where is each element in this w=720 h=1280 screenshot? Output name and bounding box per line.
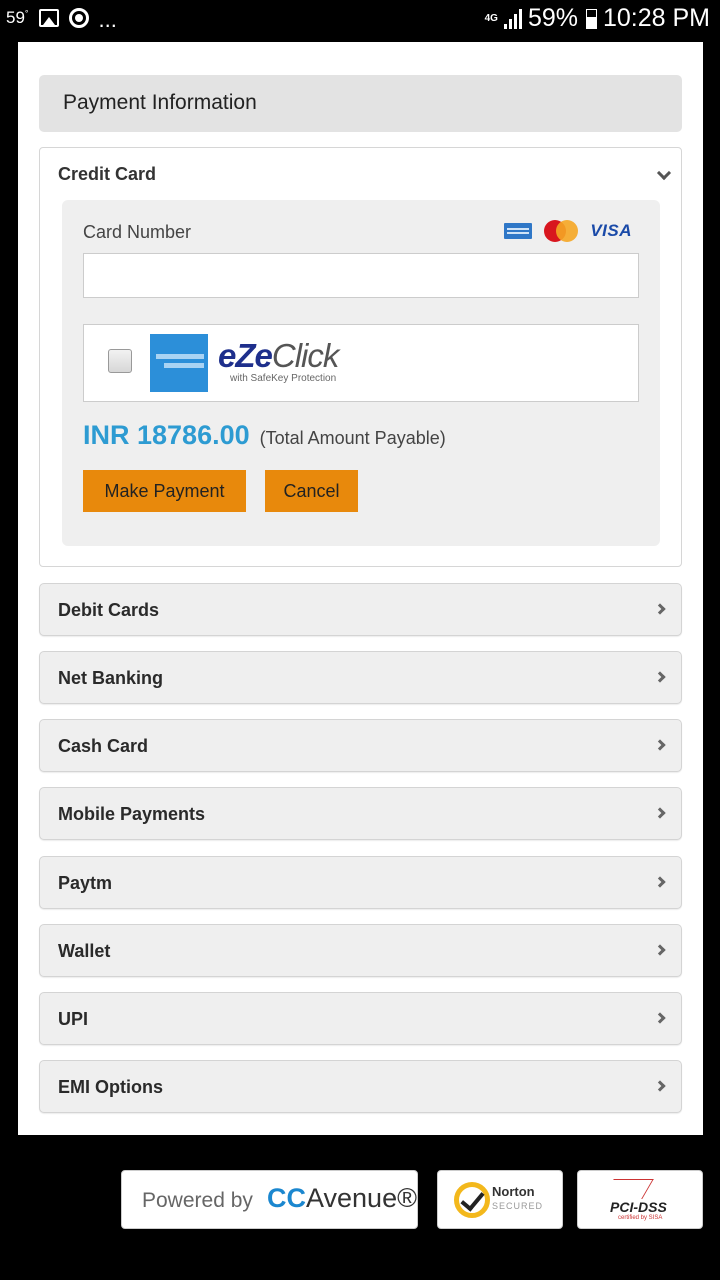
ccavenue-logo: CCAvenue® — [267, 1183, 417, 1214]
chevron-right-icon — [654, 1012, 666, 1024]
ezeclick-checkbox[interactable] — [108, 349, 132, 373]
make-payment-button[interactable]: Make Payment — [83, 470, 246, 512]
chevron-down-icon[interactable] — [656, 165, 672, 181]
visa-icon: VISA — [590, 221, 632, 240]
network-type: 4G — [484, 12, 498, 24]
total-amount: INR 18786.00 — [83, 420, 250, 450]
temperature-unit: ° — [24, 8, 29, 19]
chevron-right-icon — [654, 671, 666, 683]
norton-sub: SECURED — [492, 1201, 544, 1211]
ezeclick-subtitle: with SafeKey Protection — [230, 373, 337, 384]
norton-text: Norton SECURED — [492, 1185, 543, 1213]
method-paytm[interactable]: Paytm — [39, 856, 682, 909]
pci-title: PCI-DSS — [610, 1199, 667, 1215]
battery-icon — [585, 8, 597, 29]
norton-title: Norton — [492, 1184, 535, 1199]
chrome-icon — [68, 8, 89, 28]
temperature-value: 59 — [6, 8, 25, 27]
chevron-right-icon — [654, 603, 666, 615]
ccavenue-badge: Powered by CCAvenue® — [121, 1170, 418, 1229]
chevron-right-icon — [654, 1080, 666, 1092]
method-label: Paytm — [58, 873, 113, 893]
method-cash-card[interactable]: Cash Card — [39, 719, 682, 772]
amount-note: (Total Amount Payable) — [259, 428, 446, 448]
method-label: Wallet — [58, 941, 111, 961]
page-title: Payment Information — [63, 91, 257, 114]
status-bar: 59° ... 4G 59% 10:28 PM — [0, 0, 720, 42]
pci-logo-icon — [602, 1179, 654, 1199]
method-label: Mobile Payments — [58, 804, 206, 824]
payment-information-header: Payment Information — [39, 75, 682, 132]
ezeclick-suffix: Click — [271, 337, 339, 374]
amount-line: INR 18786.00 (Total Amount Payable) — [83, 420, 446, 451]
ezeclick-logo: eZeClick with SafeKey Protection — [218, 337, 339, 384]
ezeclick-prefix: eZe — [218, 337, 273, 374]
credit-card-form: Card Number VISA eZeClick with SafeKey P… — [62, 200, 660, 546]
method-net-banking[interactable]: Net Banking — [39, 651, 682, 704]
method-label: Cash Card — [58, 736, 149, 756]
pci-dss-badge: PCI-DSS certified by SISA — [577, 1170, 703, 1229]
chevron-right-icon — [654, 807, 666, 819]
method-label: EMI Options — [58, 1077, 163, 1097]
norton-check-icon — [454, 1182, 490, 1218]
card-number-label: Card Number — [83, 222, 192, 242]
chevron-right-icon — [654, 944, 666, 956]
clock: 10:28 PM — [602, 4, 710, 32]
signal-icon — [503, 8, 522, 29]
ccavenue-rest: Avenue® — [306, 1183, 417, 1213]
credit-card-title[interactable]: Credit Card — [58, 164, 156, 185]
mastercard-icon — [544, 220, 579, 242]
pci-sub: certified by SISA — [618, 1215, 663, 1221]
card-number-input[interactable] — [83, 253, 639, 298]
powered-by-text: Powered by — [142, 1189, 253, 1212]
chevron-right-icon — [654, 876, 666, 888]
payment-page: Payment Information Credit Card Card Num… — [18, 42, 703, 1135]
accepted-cards: VISA — [504, 220, 632, 242]
method-upi[interactable]: UPI — [39, 992, 682, 1045]
temperature: 59° — [6, 8, 29, 28]
method-label: UPI — [58, 1009, 89, 1029]
amex-logo-icon — [150, 334, 208, 392]
amex-icon — [504, 223, 533, 239]
method-wallet[interactable]: Wallet — [39, 924, 682, 977]
method-mobile-payments[interactable]: Mobile Payments — [39, 787, 682, 840]
gallery-icon — [38, 9, 59, 27]
battery-percent: 59% — [527, 4, 578, 32]
method-label: Debit Cards — [58, 600, 160, 620]
overflow-notifications: ... — [98, 7, 117, 32]
ccavenue-cc: CC — [267, 1183, 306, 1213]
chevron-right-icon — [654, 739, 666, 751]
method-debit-cards[interactable]: Debit Cards — [39, 583, 682, 636]
method-label: Net Banking — [58, 668, 164, 688]
credit-card-panel: Credit Card Card Number VISA eZeClick wi… — [39, 147, 682, 567]
norton-secured-badge: Norton SECURED — [437, 1170, 563, 1229]
cancel-button[interactable]: Cancel — [265, 470, 358, 512]
method-emi-options[interactable]: EMI Options — [39, 1060, 682, 1113]
ezeclick-option: eZeClick with SafeKey Protection — [83, 324, 639, 402]
